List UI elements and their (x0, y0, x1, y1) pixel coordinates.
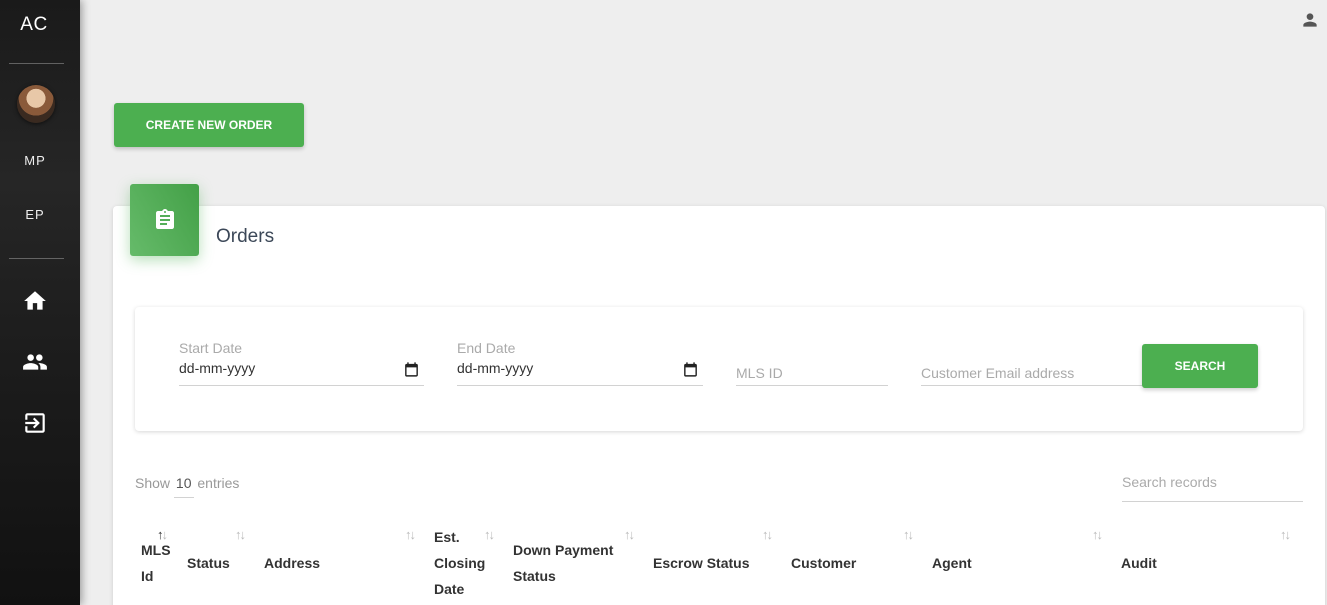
page-title: Orders (216, 226, 275, 247)
search-records-input[interactable] (1122, 474, 1303, 490)
search-records-field (1122, 474, 1303, 502)
column-label: Down Payment (513, 542, 614, 558)
calendar-icon[interactable] (682, 361, 699, 378)
mls-id-input[interactable] (736, 365, 888, 381)
column-header-customer[interactable]: Customer (791, 550, 856, 576)
column-header-address[interactable]: Address (264, 550, 320, 576)
entries-label: entries (197, 475, 240, 491)
column-header-agent[interactable]: Agent (932, 550, 972, 576)
end-date-field[interactable]: End Date dd-mm-yyyy (457, 340, 703, 386)
entries-select[interactable]: 10 (173, 475, 194, 498)
column-label: Status (513, 568, 556, 584)
column-label: Customer (791, 555, 857, 571)
sort-icon[interactable]: ↑↓ (1280, 527, 1291, 542)
start-date-label: Start Date (179, 340, 243, 356)
column-header-escrow-status[interactable]: Escrow Status (653, 550, 749, 576)
sort-icon[interactable]: ↑↓ (157, 527, 168, 542)
column-label: Id (141, 568, 154, 584)
sort-icon[interactable]: ↑↓ (235, 527, 246, 542)
column-label: Escrow Status (653, 555, 750, 571)
sidebar-item-profile[interactable]: MP (0, 153, 70, 168)
sort-icon[interactable]: ↑↓ (762, 527, 773, 542)
app-logo[interactable]: AC (0, 14, 68, 36)
show-label: Show (135, 475, 171, 491)
calendar-icon[interactable] (403, 361, 420, 378)
column-header-mls-id[interactable]: MLS Id (141, 537, 171, 589)
column-label: Audit (1121, 555, 1157, 571)
logout-icon[interactable] (22, 410, 48, 436)
person-icon[interactable] (1300, 10, 1320, 30)
column-label: Est. (434, 529, 460, 545)
column-label: Closing (434, 555, 486, 571)
mls-id-field (736, 356, 888, 386)
start-date-field[interactable]: Start Date dd-mm-yyyy (179, 340, 424, 386)
show-entries: Show 10 entries (135, 475, 239, 498)
column-label: Address (264, 555, 321, 571)
sort-icon[interactable]: ↑↓ (903, 527, 914, 542)
column-header-est-closing-date[interactable]: Est. Closing Date (434, 524, 485, 602)
column-header-audit[interactable]: Audit (1121, 550, 1157, 576)
column-label: MLS (141, 542, 171, 558)
start-date-value[interactable]: dd-mm-yyyy (179, 360, 255, 376)
sidebar: AC MP EP (0, 0, 80, 605)
end-date-value[interactable]: dd-mm-yyyy (457, 360, 533, 376)
customer-email-field (921, 356, 1142, 386)
sort-icon[interactable]: ↑↓ (484, 527, 495, 542)
users-icon[interactable] (22, 349, 48, 375)
search-button[interactable]: SEARCH (1142, 344, 1258, 388)
home-icon[interactable] (22, 288, 48, 314)
column-label: Status (187, 555, 230, 571)
create-new-order-button[interactable]: CREATE NEW ORDER (114, 103, 304, 147)
sort-icon[interactable]: ↑↓ (1092, 527, 1103, 542)
clipboard-icon (130, 184, 199, 256)
sidebar-divider (9, 258, 64, 259)
column-label: Date (434, 581, 465, 597)
sort-icon[interactable]: ↑↓ (405, 527, 416, 542)
column-header-status[interactable]: Status (187, 550, 230, 576)
avatar[interactable] (17, 85, 55, 123)
sort-icon[interactable]: ↑↓ (624, 527, 635, 542)
sidebar-divider (9, 63, 64, 64)
column-label: Agent (932, 555, 972, 571)
customer-email-input[interactable] (921, 365, 1142, 381)
end-date-label: End Date (457, 340, 516, 356)
sidebar-item-edit-profile[interactable]: EP (0, 207, 70, 222)
column-header-down-payment-status[interactable]: Down Payment Status (513, 537, 613, 589)
